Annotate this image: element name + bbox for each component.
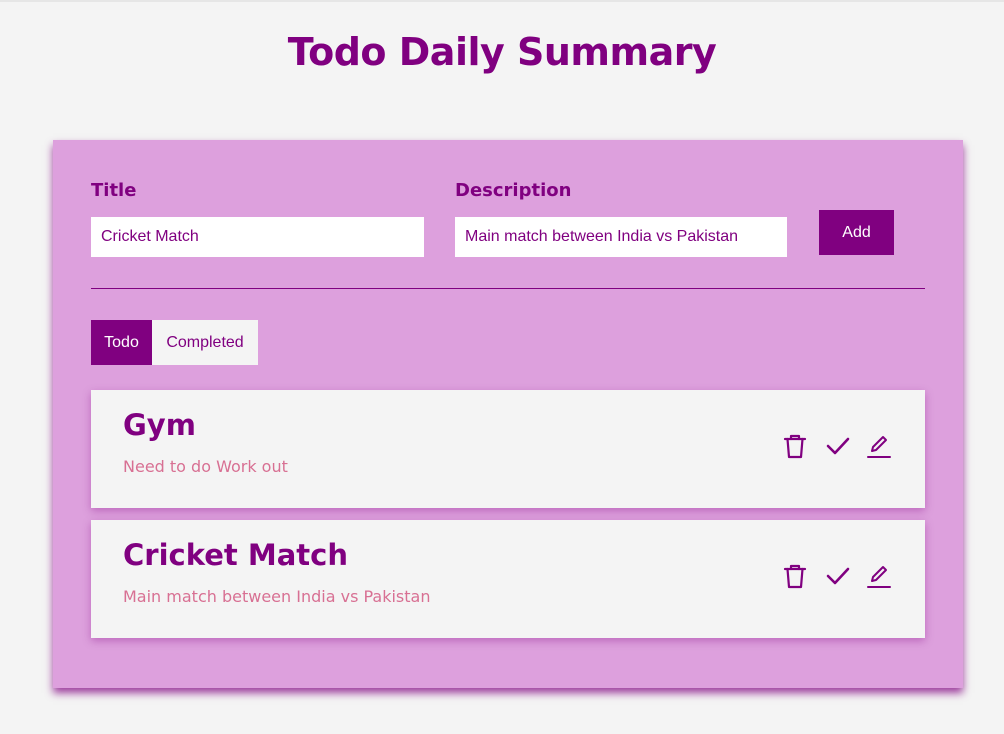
page-title: Todo Daily Summary [287,30,717,74]
check-icon[interactable] [824,432,852,460]
todo-item: Cricket Match Main match between India v… [91,520,925,638]
todo-title: Gym [123,408,196,442]
edit-icon[interactable] [865,562,893,590]
todo-description: Need to do Work out [123,457,288,476]
check-icon[interactable] [824,562,852,590]
divider [91,288,925,289]
delete-icon[interactable] [781,562,809,590]
tab-completed[interactable]: Completed [152,320,258,365]
description-input[interactable] [455,217,787,257]
todo-panel: Title Description Add Todo Completed Gym… [53,140,963,688]
todo-description: Main match between India vs Pakistan [123,587,431,606]
title-input[interactable] [91,217,424,257]
todo-item: Gym Need to do Work out [91,390,925,508]
edit-icon[interactable] [865,432,893,460]
description-label: Description [455,180,572,201]
title-label: Title [91,180,137,201]
tab-todo[interactable]: Todo [91,320,152,365]
delete-icon[interactable] [781,432,809,460]
top-border [0,0,1004,2]
add-button[interactable]: Add [819,210,894,255]
todo-title: Cricket Match [123,538,348,572]
